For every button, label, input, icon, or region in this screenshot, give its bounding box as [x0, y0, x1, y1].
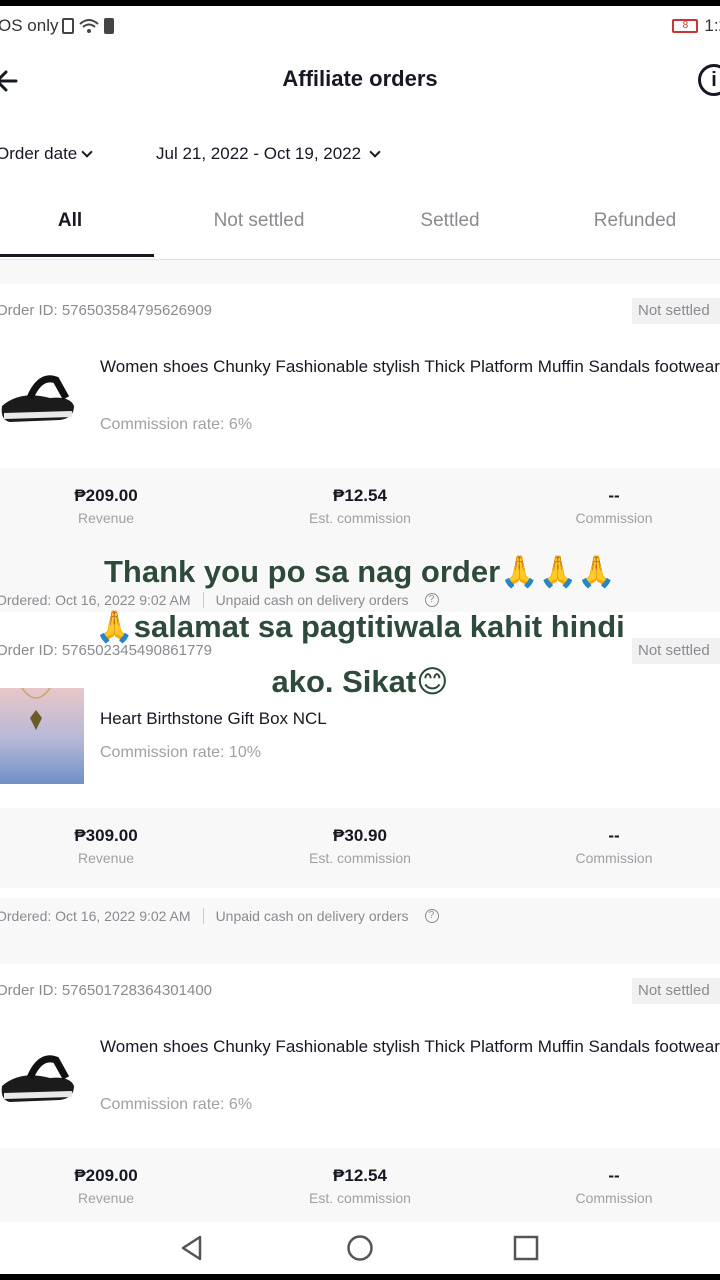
revenue-value: ₱209.00: [74, 486, 138, 505]
revenue-value: ₱309.00: [74, 826, 138, 845]
sandal-product-image: [1, 1055, 75, 1102]
commission-value: --: [608, 1166, 620, 1185]
date-range-label: Jul 21, 2022 - Oct 19, 2022: [156, 144, 362, 163]
order-id: Order ID: 576503584795626909: [0, 302, 213, 319]
sort-dropdown[interactable]: Order date: [0, 144, 93, 164]
header: Affiliate orders i: [0, 46, 720, 116]
back-triangle-icon[interactable]: [178, 1234, 206, 1262]
status-badge: Not settled: [632, 978, 720, 1004]
revenue-stat: ₱309.00 Revenue: [6, 826, 206, 866]
page-title: Affiliate orders: [282, 66, 438, 91]
commission-stat: -- Commission: [514, 1166, 714, 1206]
battery-icon: 8: [672, 19, 699, 33]
est-commission-label: Est. commission: [309, 510, 411, 526]
ordered-time: Ordered: Oct 16, 2022 9:02 AM: [0, 908, 191, 924]
carrier-text: OS only: [0, 16, 59, 35]
est-commission-value: ₱30.90: [333, 826, 387, 845]
status-bar: OS only 8 1:2: [0, 6, 720, 46]
commission-stat: -- Commission: [514, 486, 714, 526]
sort-label: Order date: [0, 144, 78, 163]
app-screen: OS only 8 1:2 Affiliate orders i Order d…: [0, 6, 720, 1274]
date-range-dropdown[interactable]: Jul 21, 2022 - Oct 19, 2022: [156, 144, 381, 164]
caption-line-3: ako. Sikat😊: [271, 664, 449, 699]
commission-label: Commission: [575, 1190, 653, 1206]
order-id: Order ID: 576501728364301400: [0, 982, 213, 999]
product-title[interactable]: Heart Birthstone Gift Box NCL: [100, 706, 720, 731]
sim-icon: [62, 18, 75, 34]
product-title[interactable]: Women shoes Chunky Fashionable stylish T…: [100, 354, 720, 379]
est-commission-stat: ₱30.90 Est. commission: [260, 826, 460, 866]
tab-refunded[interactable]: Refunded: [560, 210, 710, 232]
order-stats: ₱209.00 Revenue ₱12.54 Est. commission -…: [0, 468, 720, 548]
commission-stat: -- Commission: [514, 826, 714, 866]
caption-line-1: Thank you po sa nag order🙏🙏🙏: [104, 554, 616, 589]
chevron-down-icon: [81, 145, 93, 158]
revenue-label: Revenue: [77, 1190, 135, 1206]
est-commission-stat: ₱12.54 Est. commission: [260, 486, 460, 526]
tab-all[interactable]: All: [20, 210, 120, 232]
commission-rate: Commission rate: 6%: [100, 1096, 253, 1113]
commission-value: --: [608, 826, 620, 845]
active-tab-indicator: [0, 254, 154, 257]
est-commission-value: ₱12.54: [333, 1166, 387, 1185]
revenue-stat: ₱209.00 Revenue: [6, 486, 206, 526]
recents-square-icon[interactable]: [512, 1234, 540, 1262]
revenue-label: Revenue: [77, 850, 135, 866]
order-card[interactable]: Order ID: 576503584795626909 Not settled…: [0, 284, 720, 608]
chevron-down-icon: [369, 145, 381, 158]
ordered-row: Ordered: Oct 16, 2022 9:02 AM Unpaid cas…: [0, 908, 439, 924]
tab-not-settled[interactable]: Not settled: [184, 210, 334, 232]
product-title[interactable]: Women shoes Chunky Fashionable stylish T…: [100, 1034, 720, 1059]
caption-line-2: 🙏salamat sa pagtitiwala kahit hindi: [95, 609, 625, 644]
status-badge: Not settled: [632, 298, 720, 324]
ordered-note: Unpaid cash on delivery orders: [215, 908, 409, 924]
order-card[interactable]: Order ID: 576501728364301400 Not settled…: [0, 964, 720, 1222]
est-commission-label: Est. commission: [309, 1190, 411, 1206]
revenue-label: Revenue: [77, 510, 135, 526]
revenue-stat: ₱209.00 Revenue: [6, 1166, 206, 1206]
status-left: OS only: [0, 16, 115, 36]
video-caption-overlay: Thank you po sa nag order🙏🙏🙏 🙏salamat sa…: [0, 544, 720, 709]
filter-row: Order date Jul 21, 2022 - Oct 19, 2022: [0, 144, 720, 174]
commission-label: Commission: [575, 510, 653, 526]
est-commission-value: ₱12.54: [333, 486, 387, 505]
order-list[interactable]: Order ID: 576503584795626909 Not settled…: [0, 260, 720, 1222]
commission-label: Commission: [575, 850, 653, 866]
divider: [202, 908, 204, 924]
tab-settled[interactable]: Settled: [380, 210, 520, 232]
est-commission-stat: ₱12.54 Est. commission: [260, 1166, 460, 1206]
clock: 1:2: [704, 16, 720, 35]
tab-bar: All Not settled Settled Refunded: [0, 196, 720, 260]
order-stats: ₱309.00 Revenue ₱30.90 Est. commission -…: [0, 808, 720, 888]
commission-rate: Commission rate: 6%: [100, 416, 253, 433]
commission-value: --: [608, 486, 620, 505]
home-circle-icon[interactable]: [346, 1234, 374, 1262]
notification-icon: [104, 18, 115, 34]
order-stats: ₱209.00 Revenue ₱12.54 Est. commission -…: [0, 1148, 720, 1222]
revenue-value: ₱209.00: [74, 1166, 138, 1185]
status-right: 8 1:2: [672, 16, 720, 36]
est-commission-label: Est. commission: [309, 850, 411, 866]
wifi-icon: [79, 19, 100, 33]
system-nav-bar: [0, 1222, 720, 1274]
help-icon[interactable]: ?: [424, 909, 439, 923]
commission-rate: Commission rate: 10%: [100, 744, 261, 761]
sandal-product-image: [1, 375, 75, 422]
